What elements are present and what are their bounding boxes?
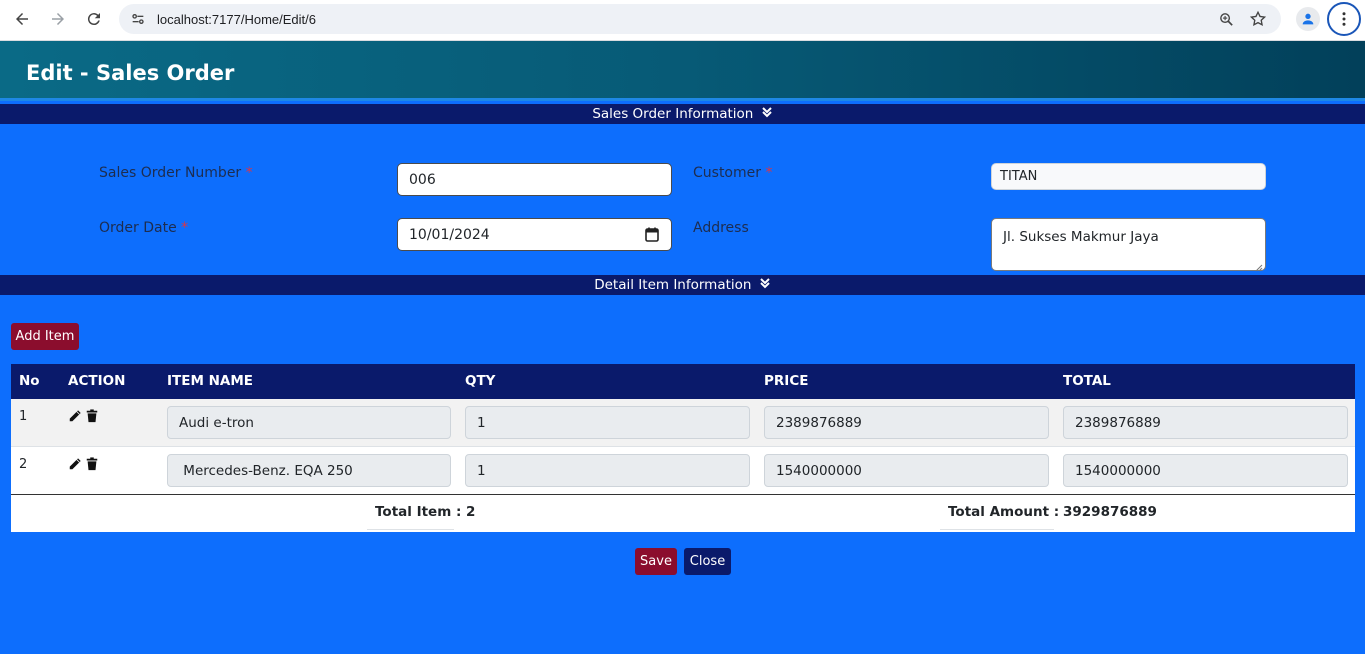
col-header-price: PRICE <box>764 373 809 389</box>
order-date-label: Order Date * <box>99 220 189 236</box>
section-title: Sales Order Information <box>592 106 754 122</box>
total-field: 1540000000 <box>1063 454 1348 487</box>
section-sales-order-information[interactable]: Sales Order Information <box>0 104 1365 124</box>
price-field[interactable]: 2389876889 <box>764 406 1049 439</box>
col-header-total: TOTAL <box>1063 373 1111 389</box>
customer-label: Customer * <box>693 165 773 181</box>
row-number: 1 <box>19 409 28 424</box>
col-header-action: ACTION <box>68 373 126 389</box>
qty-field[interactable]: 1 <box>465 454 750 487</box>
kebab-menu-icon[interactable] <box>1327 2 1361 36</box>
total-item-value: 2 <box>466 504 476 520</box>
edit-pencil-icon[interactable] <box>68 409 82 423</box>
reload-icon[interactable] <box>82 7 106 31</box>
profile-icon[interactable] <box>1296 7 1320 31</box>
so-number-label: Sales Order Number * <box>99 165 253 181</box>
back-arrow-icon[interactable] <box>10 7 34 31</box>
page-header: Edit - Sales Order <box>0 41 1365 101</box>
total-item-label: Total Item : <box>375 504 462 520</box>
url-text[interactable]: localhost:7177/Home/Edit/6 <box>157 12 316 27</box>
zoom-icon[interactable] <box>1217 10 1235 28</box>
address-textarea[interactable]: Jl. Sukses Makmur Jaya <box>991 218 1266 272</box>
table-header: No ACTION ITEM NAME QTY PRICE TOTAL <box>11 364 1355 399</box>
item-name-field[interactable]: Audi e-tron <box>167 406 451 439</box>
calendar-icon[interactable] <box>645 227 659 242</box>
section-title: Detail Item Information <box>594 277 752 293</box>
so-number-input[interactable]: 006 <box>397 163 672 196</box>
double-chevron-down-icon[interactable] <box>761 104 773 124</box>
site-settings-icon[interactable] <box>129 10 147 28</box>
col-header-item-name: ITEM NAME <box>167 373 253 389</box>
divider <box>367 529 454 530</box>
double-chevron-down-icon[interactable] <box>759 275 771 295</box>
customer-select[interactable]: TITAN <box>991 163 1266 190</box>
page-title: Edit - Sales Order <box>26 61 235 85</box>
address-bar[interactable]: localhost:7177/Home/Edit/6 <box>119 4 1281 34</box>
table-row: 1 Audi e-tron 1 2389876889 2389876889 <box>11 399 1355 447</box>
item-name-field[interactable]: Mercedes-Benz. EQA 250 <box>167 454 451 487</box>
forward-arrow-icon[interactable] <box>46 7 70 31</box>
close-button[interactable]: Close <box>684 548 731 575</box>
col-header-no: No <box>19 373 40 389</box>
order-date-value: 10/01/2024 <box>409 226 490 243</box>
col-header-qty: QTY <box>465 373 496 389</box>
table-footer: Total Item : 2 Total Amount : 3929876889 <box>11 495 1355 532</box>
resize-handle-icon[interactable] <box>1255 260 1263 272</box>
total-amount-value: 3929876889 <box>1063 504 1157 520</box>
total-amount-label: Total Amount : <box>948 504 1060 520</box>
order-date-input[interactable]: 10/01/2024 <box>397 218 672 251</box>
add-item-button[interactable]: Add Item <box>11 323 79 350</box>
bookmark-star-icon[interactable] <box>1249 10 1267 28</box>
qty-field[interactable]: 1 <box>465 406 750 439</box>
save-button[interactable]: Save <box>635 548 677 575</box>
row-number: 2 <box>19 457 28 472</box>
browser-toolbar: localhost:7177/Home/Edit/6 <box>0 0 1365 41</box>
items-table: No ACTION ITEM NAME QTY PRICE TOTAL 1 Au… <box>11 364 1355 532</box>
table-row: 2 Mercedes-Benz. EQA 250 1 1540000000 15… <box>11 447 1355 495</box>
total-field: 2389876889 <box>1063 406 1348 439</box>
delete-trash-icon[interactable] <box>85 457 99 471</box>
address-value: Jl. Sukses Makmur Jaya <box>1003 229 1159 245</box>
price-field[interactable]: 1540000000 <box>764 454 1049 487</box>
address-label: Address <box>693 220 749 236</box>
section-detail-item-information[interactable]: Detail Item Information <box>0 275 1365 295</box>
divider <box>940 529 1054 530</box>
delete-trash-icon[interactable] <box>85 409 99 423</box>
edit-pencil-icon[interactable] <box>68 457 82 471</box>
